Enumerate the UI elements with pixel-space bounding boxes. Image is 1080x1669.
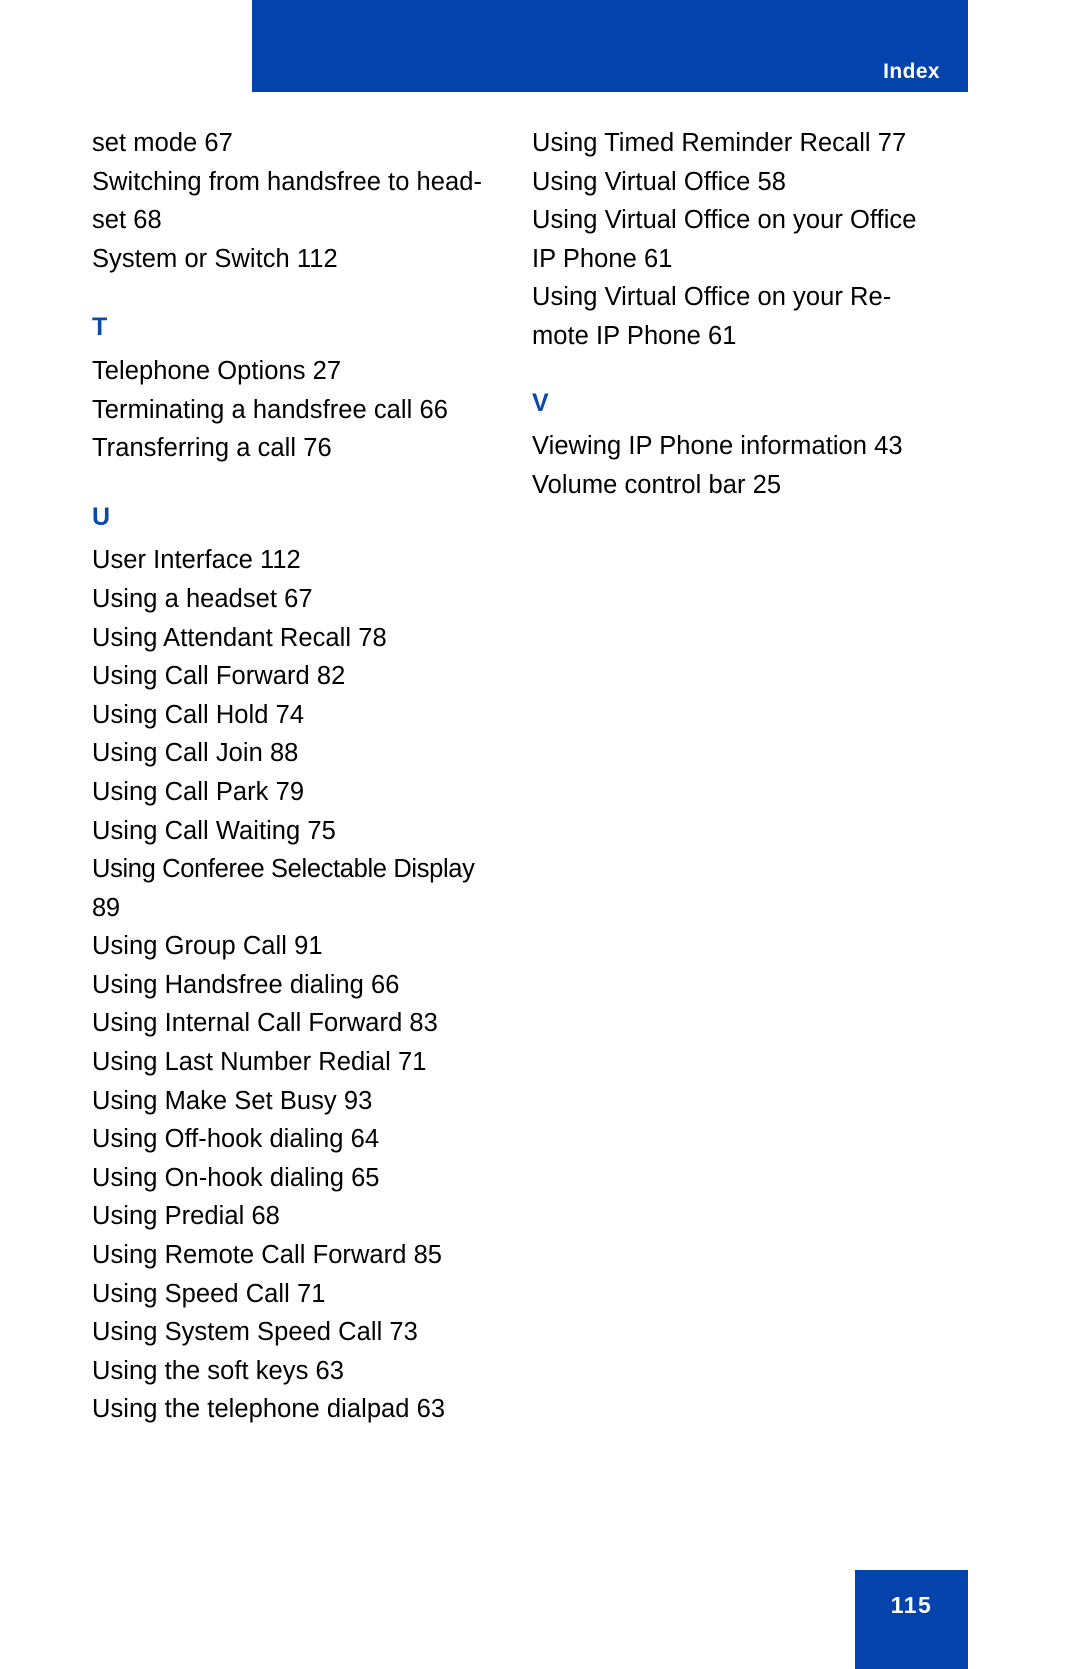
right-continued-entries: Using Timed Reminder Recall 77 Using Virt… <box>532 124 962 356</box>
index-entry: Using Call Hold 74 <box>92 700 305 729</box>
index-entry: Viewing IP Phone information 43 <box>532 432 903 461</box>
index-entry: Using Virtual Office on your Re- mote IP… <box>532 283 892 350</box>
index-entry: Using Timed Reminder Recall 77 <box>532 129 907 157</box>
index-entry: Using Make Set Busy 93 <box>92 1086 373 1115</box>
index-entry: Using Virtual Office 58 <box>532 167 786 196</box>
index-entry: Using Internal Call Forward 83 <box>92 1009 438 1038</box>
index-entry: Terminating a handsfree call 66 <box>92 395 448 424</box>
page-header-bar: Index <box>252 0 968 92</box>
index-column-right: Using Timed Reminder Recall 77 Using Virt… <box>532 124 962 504</box>
index-entry: Using Handsfree dialing 66 <box>92 970 400 999</box>
index-entry: Using Remote Call Forward 85 <box>92 1241 443 1270</box>
index-entry: User Interface 112 <box>92 546 301 575</box>
index-columns: set mode 67 Switching from handsfree to h… <box>0 124 1080 1429</box>
index-entry: Using Call Forward 82 <box>92 662 346 691</box>
index-entry: Using the soft keys 63 <box>92 1356 344 1385</box>
index-entry: Using Attendant Recall 78 <box>92 623 387 652</box>
index-entry: Using Predial 68 <box>92 1202 280 1231</box>
index-entry: Using a headset 67 <box>92 584 313 613</box>
index-section-letter: V <box>532 388 549 417</box>
index-column-left: set mode 67 Switching from handsfree to h… <box>92 124 532 1429</box>
index-entry: Volume control bar 25 <box>532 470 782 499</box>
index-section-letter: U <box>92 502 111 531</box>
index-entry: Using Group Call 91 <box>92 932 323 961</box>
index-entry: Using Off-hook dialing 64 <box>92 1125 380 1154</box>
index-section-letter: T <box>92 313 108 342</box>
index-entry: set mode 67 <box>92 129 233 157</box>
index-entry: Transferring a call 76 <box>92 434 332 463</box>
left-sections: T Telephone Options 27 Terminating a hands… <box>92 308 532 1429</box>
index-entry: Using Last Number Redial 71 <box>92 1048 427 1077</box>
page-number-box: 115 <box>855 1570 968 1669</box>
page-header-title: Index <box>883 60 940 83</box>
index-entry: Switching from handsfree to head- set 68 <box>92 167 483 235</box>
index-entry: Using Virtual Office on your Office IP P… <box>532 206 917 273</box>
page-number: 115 <box>890 1592 933 1618</box>
index-entry: Using Call Park 79 <box>92 777 305 806</box>
index-entry: Using On-hook dialing 65 <box>92 1163 380 1192</box>
left-continued-entries: set mode 67 Switching from handsfree to h… <box>92 124 532 278</box>
index-entry: Using Speed Call 71 <box>92 1279 326 1308</box>
index-entry: Using the telephone dialpad 63 <box>92 1395 446 1424</box>
index-entry: Using Conferee Selectable Display 89 <box>92 855 475 922</box>
index-entry: Using System Speed Call 73 <box>92 1318 418 1347</box>
index-entry: Telephone Options 27 <box>92 356 342 385</box>
index-page: Index set mode 67 Switching from handsfre… <box>0 0 1080 1669</box>
index-entry: Using Call Join 88 <box>92 739 299 768</box>
right-sections: V Viewing IP Phone information 43 Volume c… <box>532 384 962 505</box>
index-entry: System or Switch 112 <box>92 244 338 273</box>
index-entry: Using Call Waiting 75 <box>92 816 336 845</box>
